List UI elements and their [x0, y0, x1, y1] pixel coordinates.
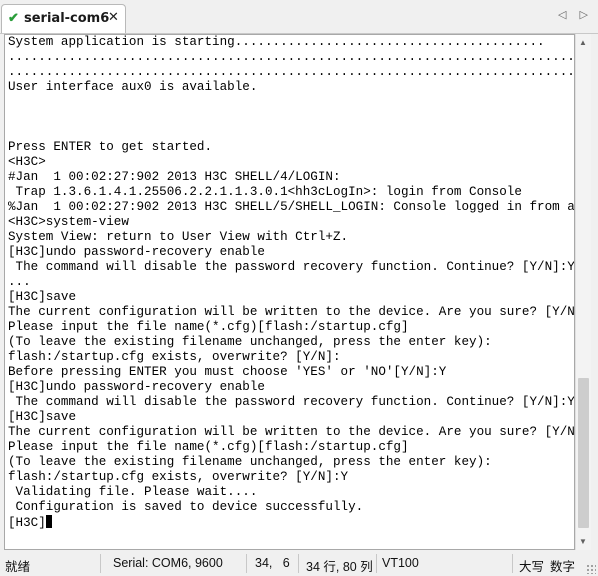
close-icon[interactable]: ✕	[108, 10, 119, 25]
status-divider	[100, 554, 101, 573]
terminal-line: System application is starting..........…	[8, 35, 545, 49]
resize-grip[interactable]	[586, 564, 596, 574]
status-caps: 大写	[519, 560, 545, 574]
terminal-line: [H3C]save	[8, 410, 77, 424]
terminal-line: The command will disable the password re…	[8, 395, 575, 409]
status-cursor-position: 34, 6	[255, 556, 290, 570]
terminal-line: Before pressing ENTER you must choose 'Y…	[8, 365, 447, 379]
terminal-line: (To leave the existing filename unchange…	[8, 335, 492, 349]
status-divider	[298, 554, 299, 573]
status-terminal-type: VT100	[382, 556, 419, 570]
terminal-line: Configuration is saved to device success…	[8, 500, 364, 514]
terminal-line: ........................................…	[8, 65, 575, 79]
prev-tab-icon[interactable]: ◁	[558, 9, 566, 21]
status-size: 34 行, 80 列	[306, 560, 373, 574]
tab-title: serial-com6	[24, 11, 110, 26]
terminal-line: ........................................…	[8, 50, 575, 64]
terminal-line: %Jan 1 00:02:27:902 2013 H3C SHELL/5/SHE…	[8, 200, 575, 214]
vertical-scrollbar[interactable]: ▲ ▼	[575, 34, 591, 550]
next-tab-icon[interactable]: ▷	[580, 9, 588, 21]
terminal-line: The command will disable the password re…	[8, 260, 575, 274]
scroll-down-icon[interactable]: ▼	[579, 537, 587, 546]
status-ready: 就绪	[5, 560, 31, 574]
terminal-line: [H3C]undo password-recovery enable	[8, 245, 265, 259]
terminal-line: Press ENTER to get started.	[8, 140, 213, 154]
tab-bar: ✔ serial-com6 ✕ ◁ ▷	[0, 0, 598, 34]
terminal-line: (To leave the existing filename unchange…	[8, 455, 492, 469]
terminal-line: System View: return to User View with Ct…	[8, 230, 349, 244]
status-bar: 就绪 Serial: COM6, 9600 34, 6 34 行, 80 列 V…	[0, 552, 598, 576]
terminal-line: flash:/startup.cfg exists, overwrite? [Y…	[8, 470, 349, 484]
tab-serial-com6[interactable]: ✔ serial-com6 ✕	[1, 4, 126, 33]
terminal-line: Validating file. Please wait....	[8, 485, 258, 499]
terminal-cursor	[45, 515, 52, 528]
terminal-line: [H3C]	[8, 515, 574, 530]
terminal-line: [H3C]undo password-recovery enable	[8, 380, 265, 394]
terminal-line: Please input the file name(*.cfg)[flash:…	[8, 320, 409, 334]
status-divider	[376, 554, 377, 573]
check-icon: ✔	[8, 10, 19, 25]
terminal-line: Trap 1.3.6.1.4.1.25506.2.2.1.1.3.0.1<hh3…	[8, 185, 522, 199]
terminal-line: flash:/startup.cfg exists, overwrite? [Y…	[8, 350, 341, 364]
terminal-line: User interface aux0 is available.	[8, 80, 258, 94]
terminal-output: System application is starting..........…	[8, 35, 575, 530]
scroll-up-icon[interactable]: ▲	[579, 38, 587, 47]
terminal-line: Please input the file name(*.cfg)[flash:…	[8, 440, 409, 454]
terminal-line: The current configuration will be writte…	[8, 305, 575, 319]
terminal-line: <H3C>	[8, 155, 46, 169]
status-connection: Serial: COM6, 9600	[113, 556, 223, 570]
tab-nav: ◁ ▷	[548, 8, 588, 21]
terminal-line: [H3C]save	[8, 290, 77, 304]
status-divider	[246, 554, 247, 573]
terminal-window[interactable]: System application is starting..........…	[4, 34, 575, 550]
status-divider	[512, 554, 513, 573]
terminal-line: <H3C>system-view	[8, 215, 129, 229]
status-num: 数字	[550, 560, 576, 574]
scroll-thumb[interactable]	[578, 378, 589, 528]
terminal-line: The current configuration will be writte…	[8, 425, 575, 439]
terminal-line: #Jan 1 00:02:27:902 2013 H3C SHELL/4/LOG…	[8, 170, 341, 184]
terminal-line: ...	[8, 275, 31, 289]
